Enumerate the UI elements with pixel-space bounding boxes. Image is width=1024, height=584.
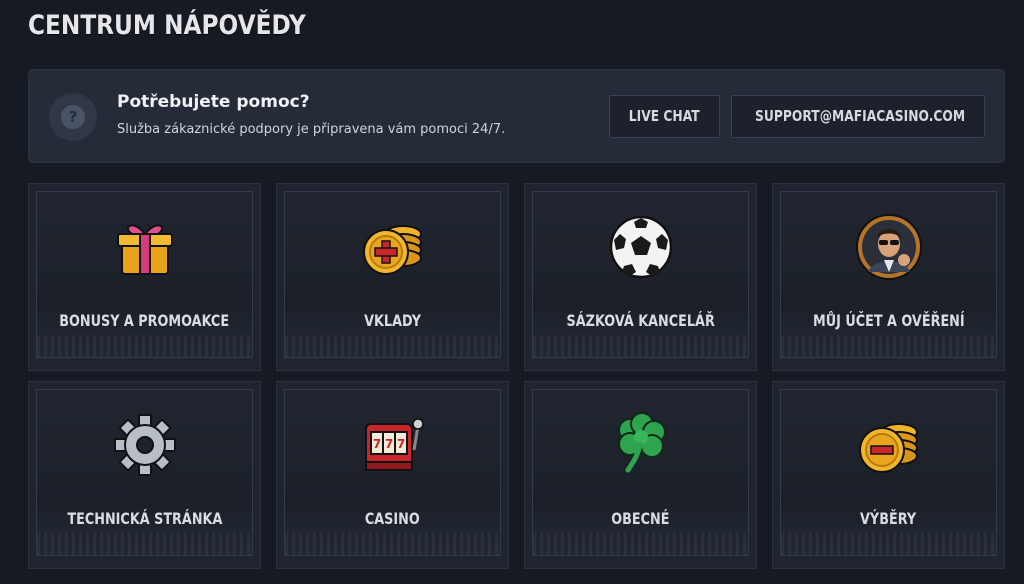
gear-icon [113, 414, 176, 476]
category-label-technical: TECHNICKÁ STRÁNKA [66, 509, 222, 528]
category-card-sportsbook[interactable]: SÁZKOVÁ KANCELÁŘ [524, 183, 757, 371]
avatar-icon [855, 214, 922, 280]
slot-machine-icon: 7 7 7 [364, 418, 424, 471]
support-email-label: SUPPORT@MAFIACASINO.COM [755, 107, 966, 125]
svg-text:7: 7 [384, 437, 392, 451]
category-card-technical[interactable]: TECHNICKÁ STRÁNKA [28, 381, 261, 569]
coins-plus-icon [362, 225, 422, 275]
card-texture [285, 335, 500, 357]
soccer-ball-icon [609, 215, 672, 279]
category-card-casino[interactable]: 7 7 7 CASINO [276, 381, 509, 569]
support-email-button[interactable]: SUPPORT@MAFIACASINO.COM [731, 95, 985, 138]
coins-minus-icon [858, 423, 918, 473]
question-icon: ? [61, 105, 85, 129]
card-texture [781, 335, 996, 357]
category-label-sportsbook: SÁZKOVÁ KANCELÁŘ [566, 311, 715, 330]
category-card-account[interactable]: MŮJ ÚČET A OVĚŘENÍ [772, 183, 1005, 371]
gift-icon [116, 224, 173, 275]
card-texture [781, 533, 996, 555]
live-chat-label: LIVE CHAT [629, 107, 700, 125]
help-heading: Potřebujete pomoc? [117, 92, 310, 112]
svg-text:7: 7 [372, 437, 380, 451]
card-texture [533, 533, 748, 555]
help-icon-circle: ? [49, 93, 97, 141]
category-card-bonuses[interactable]: BONUSY A PROMOAKCE [28, 183, 261, 371]
card-texture [37, 533, 252, 555]
card-texture [285, 533, 500, 555]
clover-icon [617, 412, 666, 473]
category-label-withdrawals: VÝBĚRY [860, 509, 917, 528]
category-label-account: MŮJ ÚČET A OVĚŘENÍ [812, 311, 965, 330]
page-title: CENTRUM NÁPOVĚDY [28, 10, 306, 41]
category-card-general[interactable]: OBECNÉ [524, 381, 757, 569]
help-banner: ? Potřebujete pomoc? Služba zákaznické p… [28, 69, 1005, 163]
category-label-general: OBECNÉ [611, 509, 670, 528]
help-subtext: Služba zákaznické podpory je připravena … [117, 122, 506, 137]
card-texture [37, 335, 252, 357]
category-label-casino: CASINO [365, 509, 420, 528]
card-texture [533, 335, 748, 357]
svg-text:7: 7 [396, 437, 404, 451]
category-card-withdrawals[interactable]: VÝBĚRY [772, 381, 1005, 569]
category-label-deposits: VKLADY [364, 311, 421, 330]
category-card-deposits[interactable]: VKLADY [276, 183, 509, 371]
live-chat-button[interactable]: LIVE CHAT [609, 95, 720, 138]
category-label-bonuses: BONUSY A PROMOAKCE [59, 311, 230, 330]
